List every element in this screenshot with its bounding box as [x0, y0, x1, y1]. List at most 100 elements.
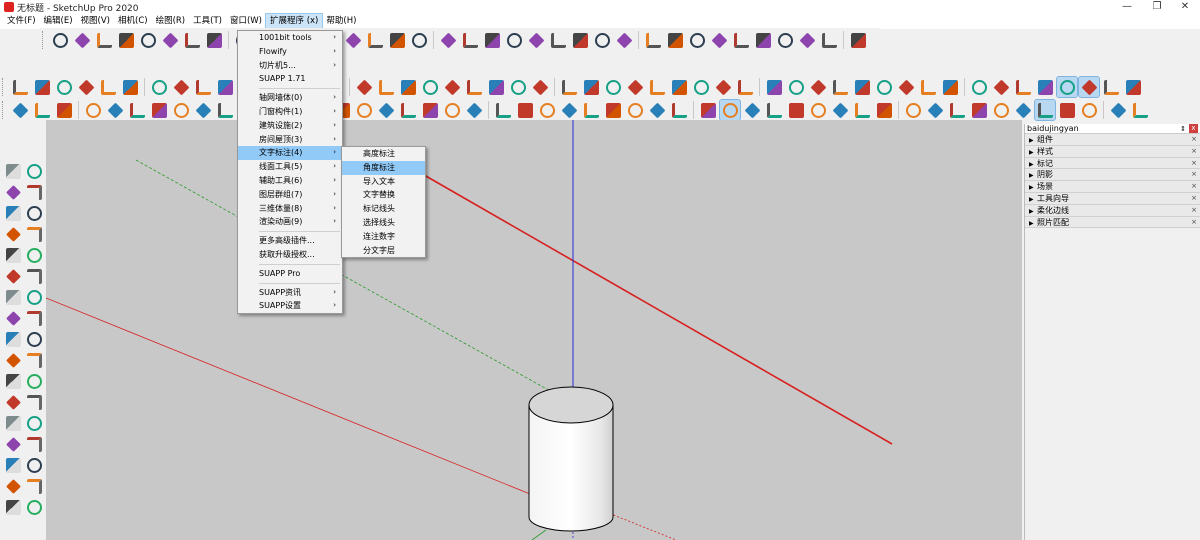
tool-button[interactable]	[25, 225, 44, 244]
tool-button[interactable]	[493, 100, 513, 120]
tool-button[interactable]	[482, 30, 502, 50]
extensions-menu-item[interactable]: 文字标注(4) ›	[238, 146, 342, 161]
tool-button[interactable]	[830, 100, 850, 120]
tool-button[interactable]	[786, 100, 806, 120]
tool-button[interactable]	[10, 100, 30, 120]
tray-panel[interactable]: ▶ 柔化边线 ×	[1025, 204, 1200, 217]
tool-button[interactable]	[387, 30, 407, 50]
tool-button[interactable]	[559, 100, 579, 120]
tool-button[interactable]	[698, 100, 718, 120]
tool-button[interactable]	[72, 30, 92, 50]
extensions-menu-item[interactable]: 1001bit tools ›	[238, 31, 342, 45]
minimize-button[interactable]: —	[1112, 0, 1142, 14]
tool-button[interactable]	[830, 77, 850, 97]
tool-button[interactable]	[719, 99, 741, 121]
tool-button[interactable]	[398, 100, 418, 120]
annotation-submenu-item[interactable]: 选择线头	[342, 216, 425, 230]
extensions-menu-item[interactable]: 门窗构件(1) ›	[238, 105, 342, 119]
tool-button[interactable]	[105, 100, 125, 120]
extensions-menu-item[interactable]: SUAPP 1.71	[238, 72, 342, 86]
tool-button[interactable]	[215, 100, 235, 120]
tool-button[interactable]	[182, 30, 202, 50]
tool-button[interactable]	[94, 30, 114, 50]
tool-button[interactable]	[581, 77, 601, 97]
close-icon[interactable]: ×	[1191, 146, 1197, 157]
close-icon[interactable]: ×	[1191, 181, 1197, 192]
extensions-menu-item[interactable]: 图层群组(7) ›	[238, 188, 342, 202]
tool-button[interactable]	[614, 30, 634, 50]
tool-button[interactable]	[4, 498, 23, 517]
tool-button[interactable]	[25, 309, 44, 328]
tool-button[interactable]	[625, 77, 645, 97]
tool-button[interactable]	[1101, 77, 1121, 97]
tool-button[interactable]	[947, 100, 967, 120]
close-icon[interactable]: ×	[1191, 205, 1197, 216]
tool-button[interactable]	[504, 30, 524, 50]
tool-button[interactable]	[193, 100, 213, 120]
tool-button[interactable]	[25, 456, 44, 475]
tool-button[interactable]	[171, 77, 191, 97]
tool-button[interactable]	[709, 30, 729, 50]
tool-button[interactable]	[4, 456, 23, 475]
tool-button[interactable]	[559, 77, 579, 97]
tool-button[interactable]	[138, 30, 158, 50]
menu-item-7[interactable]: 扩展程序 (x)	[264, 13, 324, 30]
tool-button[interactable]	[442, 77, 462, 97]
tool-button[interactable]	[570, 30, 590, 50]
extensions-menu-item[interactable]: 三维体量(8) ›	[238, 202, 342, 216]
tool-button[interactable]	[50, 30, 70, 50]
tool-button[interactable]	[1013, 100, 1033, 120]
extensions-menu-item[interactable]: 房间屋顶(3) ›	[238, 133, 342, 147]
tool-button[interactable]	[4, 162, 23, 181]
tool-button[interactable]	[643, 30, 663, 50]
tool-button[interactable]	[4, 267, 23, 286]
tool-button[interactable]	[127, 100, 147, 120]
tool-button[interactable]	[438, 30, 458, 50]
tool-button[interactable]	[1078, 76, 1100, 98]
tool-button[interactable]	[460, 30, 480, 50]
extensions-menu-item[interactable]: 获取升级授权...	[238, 248, 342, 262]
tool-button[interactable]	[1035, 77, 1055, 97]
menu-item-0[interactable]: 文件(F)	[3, 14, 40, 29]
tool-button[interactable]	[376, 77, 396, 97]
tray-panel[interactable]: ▶ 样式 ×	[1025, 145, 1200, 158]
tool-button[interactable]	[25, 267, 44, 286]
tool-button[interactable]	[54, 100, 74, 120]
tool-button[interactable]	[116, 30, 136, 50]
tool-button[interactable]	[149, 100, 169, 120]
annotation-submenu-item[interactable]: 分文字层	[342, 244, 425, 258]
close-icon[interactable]: ×	[1191, 169, 1197, 180]
tool-button[interactable]	[1130, 100, 1150, 120]
tool-button[interactable]	[991, 77, 1011, 97]
tool-button[interactable]	[647, 100, 667, 120]
tool-button[interactable]	[669, 77, 689, 97]
tool-button[interactable]	[4, 246, 23, 265]
tool-button[interactable]	[32, 77, 52, 97]
tool-button[interactable]	[808, 77, 828, 97]
tool-button[interactable]	[4, 393, 23, 412]
annotation-submenu-item[interactable]: 高度标注	[342, 147, 425, 161]
menu-item-5[interactable]: 工具(T)	[189, 14, 226, 29]
tool-button[interactable]	[398, 77, 418, 97]
tool-button[interactable]	[1123, 77, 1143, 97]
tool-button[interactable]	[808, 100, 828, 120]
tool-button[interactable]	[10, 77, 30, 97]
tool-button[interactable]	[171, 100, 191, 120]
tool-button[interactable]	[25, 498, 44, 517]
tool-button[interactable]	[4, 351, 23, 370]
tool-button[interactable]	[753, 30, 773, 50]
tool-button[interactable]	[797, 30, 817, 50]
extensions-menu-item[interactable]: 建筑设施(2) ›	[238, 119, 342, 133]
menu-item-6[interactable]: 窗口(W)	[226, 14, 266, 29]
annotation-submenu-item[interactable]: 连注数字	[342, 230, 425, 244]
tool-button[interactable]	[343, 30, 363, 50]
tool-button[interactable]	[581, 100, 601, 120]
tool-button[interactable]	[4, 477, 23, 496]
tool-button[interactable]	[991, 100, 1011, 120]
tool-button[interactable]	[76, 77, 96, 97]
tool-button[interactable]	[1034, 99, 1056, 121]
tool-button[interactable]	[691, 77, 711, 97]
extensions-menu-item[interactable]: SUAPP设置 ›	[238, 299, 342, 313]
extensions-menu-item[interactable]: 线面工具(5) ›	[238, 160, 342, 174]
tool-button[interactable]	[687, 30, 707, 50]
